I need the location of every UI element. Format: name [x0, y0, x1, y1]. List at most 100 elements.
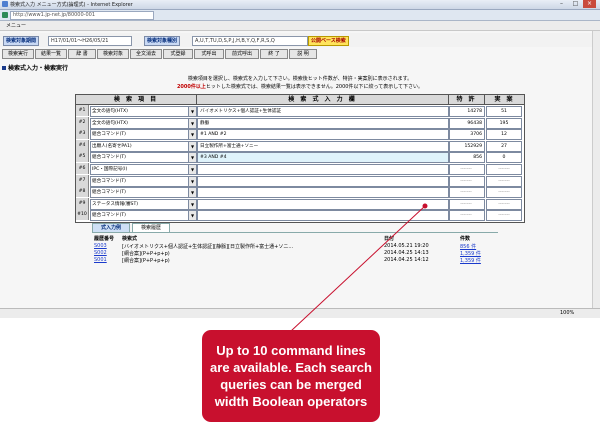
type-input[interactable]: A,U,T,TU,D,S,P,J,H,B,Y,Q,F,R,S,Q — [192, 36, 308, 46]
utility-count: 27 — [486, 140, 522, 152]
search-item-select[interactable]: IPC・国際記号(I) ▼ — [90, 164, 197, 175]
chevron-down-icon[interactable]: ▼ — [188, 130, 196, 140]
section-marker-icon — [2, 66, 6, 70]
zoom-level[interactable]: 100% — [560, 310, 574, 316]
chevron-down-icon[interactable]: ▼ — [188, 199, 196, 209]
history-divider — [92, 232, 498, 233]
patent-count: ------- — [449, 175, 485, 187]
minimize-icon[interactable]: – — [555, 0, 568, 8]
history-count-link[interactable]: 1,359 件 — [460, 250, 481, 257]
chevron-down-icon[interactable]: ▼ — [188, 211, 196, 221]
search-item-select[interactable]: 組合コマンド(T) ▼ — [90, 175, 197, 187]
row-number: #3 — [76, 128, 89, 140]
row-number: #10 — [76, 209, 89, 221]
grid-row: #1 全文の語句(HTX) ▼ バイオメトリクス+個人認証+生体認証 14278 51 — [76, 105, 524, 117]
col-item-header: 検 索 項 目 — [76, 95, 197, 105]
search-item-value: 全文の語句(HTX) — [92, 120, 128, 126]
page-icon — [2, 12, 8, 18]
row-number: #4 — [76, 139, 89, 151]
row-number: #2 — [76, 116, 89, 128]
col-expr-header: 検 索 式 入 力 欄 — [197, 95, 449, 105]
search-expression-input[interactable]: 日立製作所+富士通+ソニー — [197, 140, 449, 152]
history-number-link[interactable]: S001 — [94, 257, 107, 263]
vertical-scrollbar[interactable] — [592, 31, 600, 308]
search-item-value: 出願人(名寄せPA1) — [92, 143, 132, 149]
row-number: #8 — [76, 186, 89, 198]
history-col-date: 日付 — [384, 236, 395, 242]
address-field[interactable]: http://www1.jp-net.jp/80000-001 — [10, 11, 154, 20]
utility-count: 0 — [486, 152, 522, 164]
search-item-select[interactable]: 全文の語句(HTX) ▼ — [90, 117, 197, 129]
history-number-link[interactable]: S002 — [94, 250, 107, 256]
grid-row: #10 組合コマンド(T) ▼ ------- ------- — [76, 209, 524, 222]
search-expression-input[interactable] — [197, 164, 449, 175]
chevron-down-icon[interactable]: ▼ — [188, 118, 196, 128]
search-item-select[interactable]: 組合コマンド(T) ▼ — [90, 152, 197, 164]
date-range-input[interactable]: H17/01/01～H26/05/21 — [48, 36, 132, 46]
search-expression-input[interactable] — [197, 210, 449, 222]
patent-count: ------- — [449, 210, 485, 222]
history-panel: 式入力例 検索履歴 履歴番号 検索式 日付 件数 S003 [バイオメトリクス+個… — [92, 223, 498, 273]
window-titlebar: 検索式入力 メニュー方式(論理式) - Internet Explorer – … — [0, 0, 600, 10]
history-date: 2014.04.25 14:12 — [384, 257, 429, 263]
annotation-callout: Up to 10 command lines are available. Ea… — [202, 330, 380, 422]
chevron-down-icon[interactable]: ▼ — [188, 188, 196, 198]
chevron-down-icon[interactable]: ▼ — [188, 176, 196, 186]
close-icon[interactable]: × — [583, 0, 596, 8]
search-expression-input[interactable]: 静脈 — [197, 117, 449, 129]
basic-search-button[interactable]: 公開ベース検索 — [308, 36, 349, 46]
history-count-link[interactable]: 1,359 件 — [460, 257, 481, 264]
type-label: 検索対象種別 — [144, 36, 181, 46]
utility-count: ------- — [486, 187, 522, 199]
utility-count: 12 — [486, 129, 522, 141]
search-item-select[interactable]: 組合コマンド(T) ▼ — [90, 129, 197, 141]
search-item-value: 組合コマンド(T) — [92, 213, 126, 219]
search-item-select[interactable]: 全文の語句(HTX) ▼ — [90, 106, 197, 117]
patent-count: 14278 — [449, 106, 485, 117]
grid-row: #2 全文の語句(HTX) ▼ 静脈 96438 195 — [76, 116, 524, 129]
search-expression-input[interactable]: #1 AND #2 — [197, 129, 449, 141]
search-item-select[interactable]: 出願人(名寄せPA1) ▼ — [90, 140, 197, 152]
search-expression-input[interactable] — [197, 175, 449, 187]
search-expression-input[interactable] — [197, 198, 449, 210]
row-number: #5 — [76, 151, 89, 163]
search-item-value: ステータス情報(審ST) — [92, 201, 139, 207]
menu-bar: メニュー — [0, 21, 600, 31]
tab-save-expression[interactable]: 式登録 — [163, 49, 193, 59]
search-expression-input[interactable]: バイオメトリクス+個人認証+生体認証 — [197, 106, 449, 117]
utility-count: ------- — [486, 164, 522, 175]
tab-clear-all[interactable]: 全文消去 — [130, 49, 162, 59]
patent-count: 152929 — [449, 140, 485, 152]
chevron-down-icon[interactable]: ▼ — [188, 141, 196, 151]
history-count-link[interactable]: 856 件 — [460, 243, 476, 250]
tab-search-target[interactable]: 検索対象 — [97, 49, 129, 59]
tab-load-expression[interactable]: 式呼出 — [194, 49, 224, 59]
chevron-down-icon[interactable]: ▼ — [188, 107, 196, 116]
utility-count: ------- — [486, 210, 522, 222]
history-expression: [バイオメトリクス+個人認証+生体認証][静脈][日立製作所+富士通+ソニ... — [122, 244, 294, 250]
search-item-select[interactable]: 組合コマンド(T) ▼ — [90, 187, 197, 199]
row-number: #7 — [76, 174, 89, 186]
tab-load-previous[interactable]: 前式呼出 — [225, 49, 259, 59]
tab-run-search[interactable]: 検索実行 — [2, 49, 34, 59]
maximize-icon[interactable]: □ — [569, 0, 582, 8]
chevron-down-icon[interactable]: ▼ — [188, 165, 196, 174]
col-utility-header: 実 案 — [485, 95, 524, 105]
search-header: 検索対象期間 H17/01/01～H26/05/21 検索対象種別 A,U,T,… — [0, 33, 592, 47]
history-number-link[interactable]: S003 — [94, 243, 107, 249]
search-item-select[interactable]: 組合コマンド(T) ▼ — [90, 210, 197, 222]
search-item-value: 組合コマンド(T) — [92, 178, 126, 184]
history-date: 2014.05.21 19:20 — [384, 243, 429, 249]
tab-help[interactable]: 説 明 — [289, 49, 317, 59]
search-expression-input[interactable] — [197, 187, 449, 199]
date-range-label: 検索対象期間 — [3, 36, 40, 46]
tab-dictionary[interactable]: 辞 書 — [68, 49, 96, 59]
menu-label[interactable]: メニュー — [6, 22, 26, 29]
grid-row: #6 IPC・国際記号(I) ▼ ------- ------- — [76, 163, 524, 175]
tab-result-list[interactable]: 結果一覧 — [35, 49, 67, 59]
grid-row: #3 組合コマンド(T) ▼ #1 AND #2 3706 12 — [76, 128, 524, 141]
search-expression-input[interactable]: #3 AND #4 — [197, 152, 449, 164]
chevron-down-icon[interactable]: ▼ — [188, 153, 196, 163]
search-item-select[interactable]: ステータス情報(審ST) ▼ — [90, 198, 197, 210]
tab-exit[interactable]: 終 了 — [260, 49, 288, 59]
